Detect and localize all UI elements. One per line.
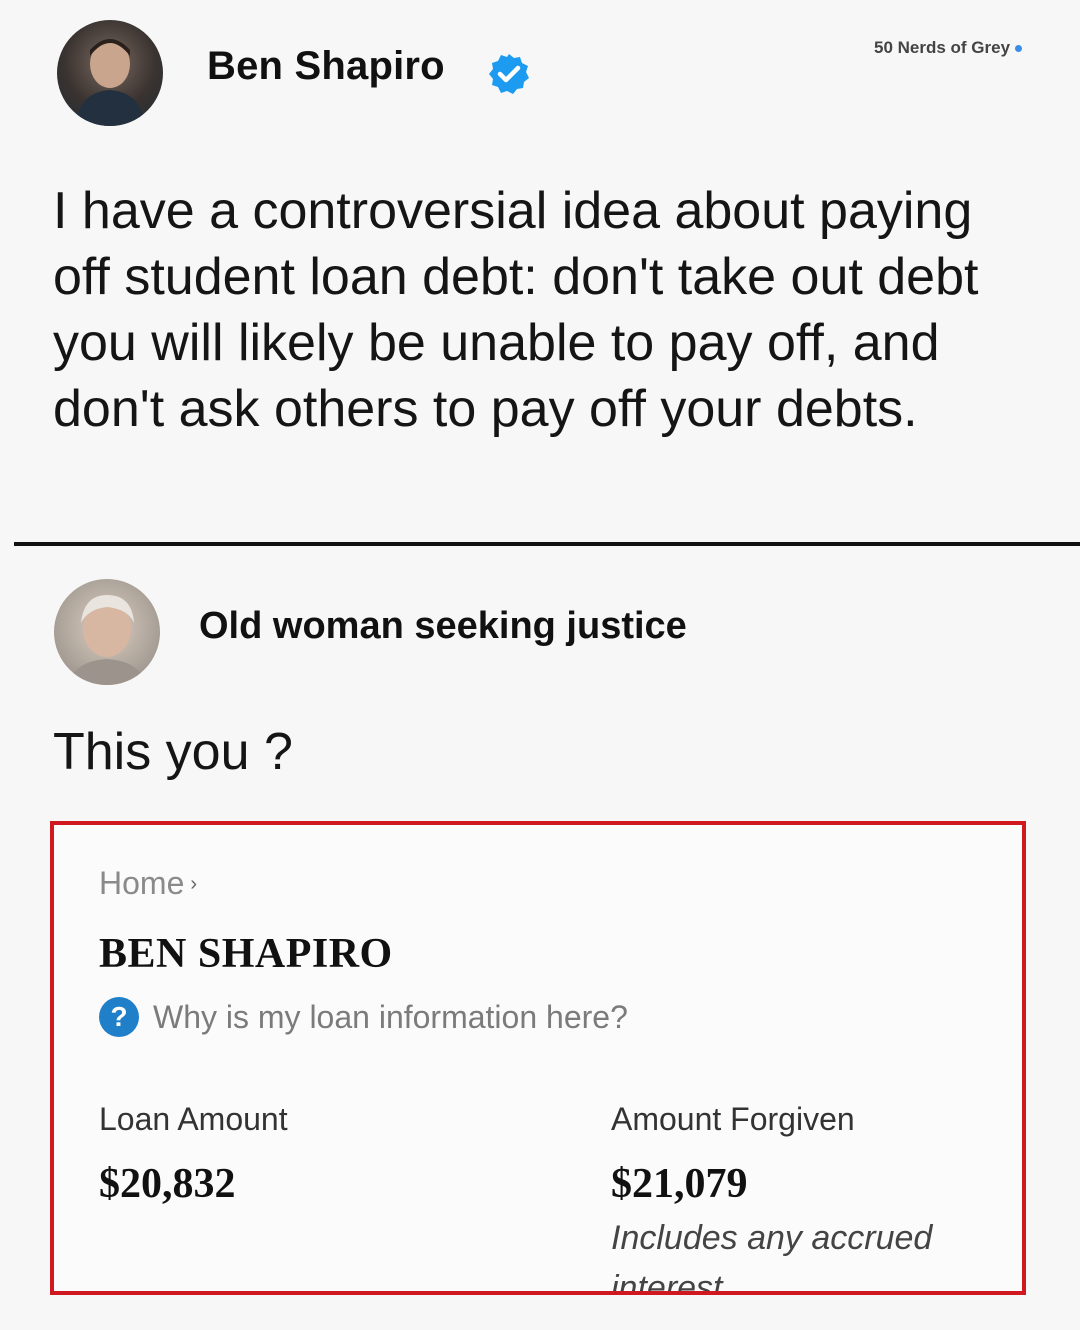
reply-text: This you ? (53, 723, 293, 781)
person-icon (75, 39, 145, 126)
watermark: 50 Nerds of Grey (874, 38, 1023, 58)
reply-author-name[interactable]: Old woman seeking justice (199, 605, 687, 648)
loan-screenshot: Home › BEN SHAPIRO ? Why is my loan infor… (50, 821, 1026, 1295)
post-author-name[interactable]: Ben Shapiro (207, 44, 445, 89)
question-icon: ? (99, 997, 139, 1037)
person-icon (68, 595, 146, 685)
reply-author-avatar[interactable] (54, 579, 160, 685)
verified-badge-icon (489, 54, 529, 94)
amount-forgiven-label: Amount Forgiven (611, 1101, 855, 1137)
help-link[interactable]: ? Why is my loan information here? (99, 997, 628, 1037)
post-text: I have a controversial idea about paying… (53, 182, 979, 438)
breadcrumb-home[interactable]: Home (99, 865, 184, 901)
watermark-text: 50 Nerds of Grey (874, 38, 1011, 57)
watermark-dot-icon (1015, 44, 1023, 52)
divider (14, 542, 1080, 546)
chevron-right-icon: › (190, 873, 198, 895)
loan-amount-label: Loan Amount (99, 1101, 288, 1137)
breadcrumb[interactable]: Home › (99, 865, 197, 902)
loan-amount-value: $20,832 (99, 1161, 236, 1207)
page-title: BEN SHAPIRO (99, 931, 393, 977)
amount-forgiven-value: $21,079 (611, 1161, 748, 1207)
forgiven-note: Includes any accrued interest (611, 1219, 933, 1295)
help-link-text[interactable]: Why is my loan information here? (153, 999, 628, 1036)
author-avatar[interactable] (57, 20, 163, 126)
